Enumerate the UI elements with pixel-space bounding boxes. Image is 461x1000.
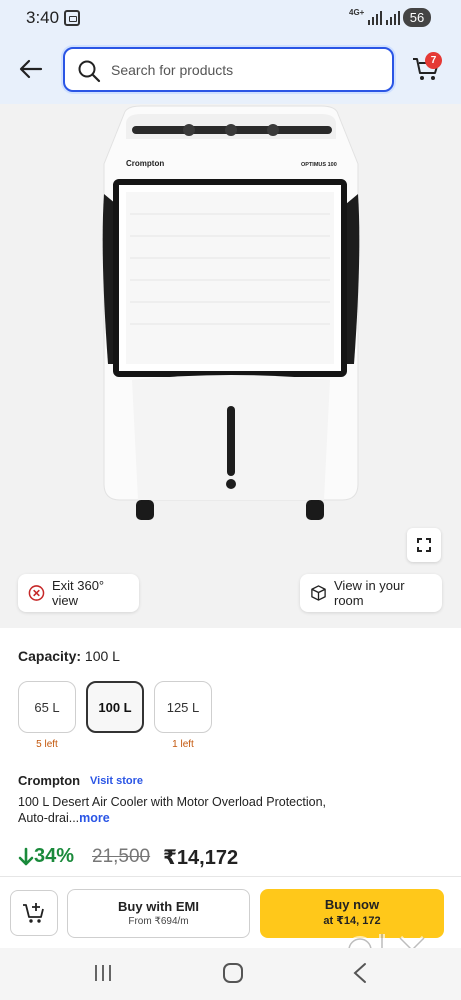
view-in-room-button[interactable]: View in your room — [300, 574, 442, 612]
brand-name: Crompton — [18, 773, 81, 788]
fullscreen-button[interactable] — [407, 528, 441, 562]
cart-count-badge: 7 — [425, 52, 442, 69]
system-navigation-bar — [0, 948, 461, 1000]
product-brand-print: Crompton — [126, 159, 164, 168]
more-link[interactable]: more — [79, 811, 110, 825]
capacity-option-label: 65 L — [34, 699, 60, 715]
product-model-print: OPTIMUS 100 — [301, 162, 337, 168]
product-image[interactable]: Crompton OPTIMUS 100 — [96, 104, 366, 524]
capacity-label: Capacity: — [18, 648, 82, 664]
view-in-room-label: View in your room — [334, 578, 405, 608]
emi-subtext: From ₹694/m — [128, 916, 189, 927]
capacity-selected-value: 100 L — [84, 648, 120, 664]
search-input[interactable] — [111, 49, 381, 90]
search-box[interactable] — [63, 47, 394, 92]
product-title-truncated: Auto-drai... — [18, 811, 80, 825]
emi-label: Buy with EMI — [118, 899, 199, 914]
discount-value: 34% — [34, 845, 75, 867]
exit-360-label: Exit 360° view — [51, 578, 105, 608]
search-icon — [78, 60, 101, 83]
discount-percent: 34% — [18, 845, 74, 868]
capacity-option-label: 100 L — [98, 699, 132, 715]
status-bar: 3:40 4G+ 56 — [0, 0, 461, 36]
buy-now-label: Buy now — [324, 897, 380, 912]
selling-price: ₹14,172 — [163, 847, 239, 869]
capacity-option-100l[interactable]: 100 L — [86, 681, 144, 733]
status-time: 3:40 — [26, 8, 60, 27]
fullscreen-icon — [417, 538, 431, 552]
product-title-line-1: 100 L Desert Air Cooler with Motor Overl… — [18, 795, 327, 809]
add-to-cart-button[interactable] — [10, 890, 58, 936]
original-price: 21,500 — [92, 846, 151, 867]
visit-store-link[interactable]: Visit store — [90, 775, 143, 787]
product-title-line-2: Auto-drai...more — [18, 811, 110, 825]
arrow-down-icon — [18, 847, 34, 865]
signal-icon-2 — [386, 11, 400, 25]
battery-indicator: 56 — [403, 8, 431, 27]
close-circle-icon — [28, 585, 45, 601]
network-type: 4G+ — [349, 8, 365, 17]
exit-360-button[interactable]: Exit 360° view — [18, 574, 139, 612]
stock-note-125l: 1 left — [172, 739, 194, 750]
system-back-icon[interactable] — [350, 962, 370, 984]
screenshot-notification-icon — [64, 10, 80, 26]
home-icon[interactable] — [223, 963, 243, 983]
cube-icon — [311, 585, 326, 601]
capacity-option-label: 125 L — [166, 699, 200, 715]
signal-icon — [368, 11, 382, 25]
app-header: 7 — [0, 36, 461, 104]
capacity-option-125l[interactable]: 125 L — [154, 681, 212, 733]
product-image-gallery[interactable]: Crompton OPTIMUS 100 Exit 360° view View… — [0, 104, 461, 628]
stock-note-65l: 5 left — [36, 739, 58, 750]
capacity-heading: Capacity: 100 L — [18, 648, 120, 664]
back-arrow-icon[interactable] — [14, 52, 48, 86]
recent-apps-icon[interactable] — [93, 964, 113, 982]
buy-with-emi-button[interactable]: Buy with EMI From ₹694/m — [67, 889, 250, 938]
capacity-option-65l[interactable]: 65 L — [18, 681, 76, 733]
cart-plus-icon — [23, 903, 44, 923]
